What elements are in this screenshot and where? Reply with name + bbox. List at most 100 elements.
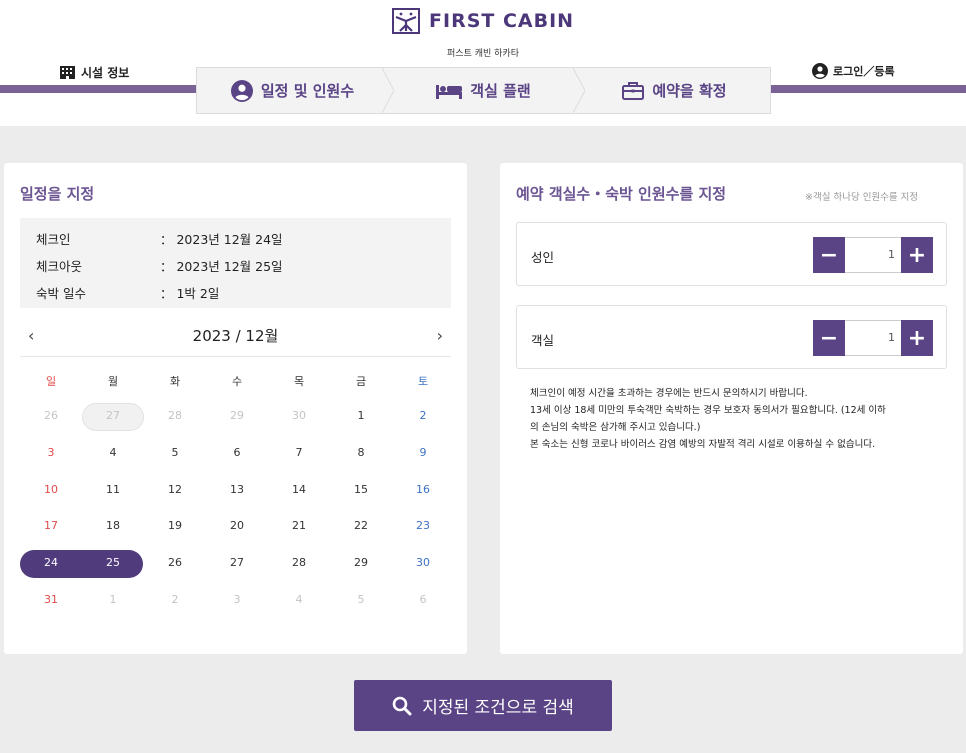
- calendar-day: 27: [106, 409, 120, 422]
- note-line: 의 손님의 숙박은 삼가해 주시고 있습니다.): [530, 422, 701, 433]
- calendar-day[interactable]: 15: [330, 477, 392, 503]
- summary-value: ： 2023년 12월 25일: [160, 259, 283, 274]
- summary-row-checkout: 체크아웃 ： 2023년 12월 25일: [36, 256, 283, 275]
- calendar-day[interactable]: 3: [20, 440, 82, 466]
- calendar-header: ‹ 2023 / 12월 ›: [20, 323, 451, 357]
- summary-label: 체크인: [36, 232, 71, 247]
- calendar-day: 5: [357, 593, 365, 606]
- facility-info-label: 시설 정보: [81, 66, 130, 80]
- calendar-day: 2: [171, 593, 179, 606]
- calendar-day[interactable]: 22: [330, 513, 392, 539]
- calendar-day[interactable]: 8: [330, 440, 392, 466]
- facility-info-link[interactable]: 시설 정보: [60, 64, 129, 81]
- booking-notes: 체크인이 예정 시간을 초과하는 경우에는 반드시 문의하시기 바랍니다. 13…: [530, 385, 940, 453]
- calendar-day[interactable]: 7: [268, 440, 330, 466]
- weekday-label: 토: [417, 375, 429, 388]
- decrease-adult-button[interactable]: −: [813, 237, 845, 273]
- schedule-title: 일정을 지정: [20, 185, 95, 203]
- bed-icon: [436, 84, 463, 99]
- calendar-day: 30: [292, 409, 306, 422]
- calendar-day[interactable]: 4: [82, 440, 144, 466]
- calendar-day[interactable]: 16: [392, 477, 454, 503]
- calendar-day[interactable]: 30: [392, 550, 454, 576]
- briefcase-icon: [622, 82, 645, 100]
- calendar-day[interactable]: 27: [206, 550, 268, 576]
- calendar-day[interactable]: 9: [392, 440, 454, 466]
- calendar-day[interactable]: 17: [20, 513, 82, 539]
- room-stepper: − 1 +: [813, 320, 933, 356]
- calendar-day[interactable]: 12: [144, 477, 206, 503]
- calendar-day: 26: [44, 409, 58, 422]
- summary-label: 체크아웃: [36, 259, 83, 274]
- building-icon: [60, 66, 75, 79]
- calendar-day: 28: [168, 409, 182, 422]
- step-room-plan[interactable]: 객실 플랜: [382, 68, 579, 113]
- weekday-label: 금: [355, 375, 367, 388]
- calendar-day: 3: [233, 593, 241, 606]
- calendar-day: 6: [419, 593, 427, 606]
- step-divider: [573, 68, 585, 113]
- step-schedule[interactable]: 일정 및 인원수: [197, 68, 388, 113]
- calendar-day[interactable]: 1: [330, 403, 392, 429]
- calendar-day: 1: [109, 593, 117, 606]
- adult-count-input[interactable]: 1: [845, 237, 901, 273]
- search-button[interactable]: 지정된 조건으로 검색: [354, 680, 612, 731]
- user-circle-icon: [230, 79, 253, 102]
- occupancy-note: ※객실 하나당 인원수를 지정: [805, 192, 919, 203]
- adult-counter: 성인 − 1 +: [516, 222, 947, 286]
- note-line: 본 숙소는 신형 코로나 바이러스 감염 예방의 자발적 격리 시설로 이용하실…: [530, 439, 876, 450]
- summary-row-checkin: 체크인 ： 2023년 12월 24일: [36, 229, 283, 248]
- login-link[interactable]: 로그인／등록: [812, 63, 895, 79]
- calendar-day[interactable]: 19: [144, 513, 206, 539]
- occupancy-panel: 예약 객실수・숙박 인원수를 지정 ※객실 하나당 인원수를 지정 성인 − 1…: [500, 163, 963, 654]
- calendar-day[interactable]: 25: [82, 550, 144, 576]
- increase-adult-button[interactable]: +: [901, 237, 933, 273]
- calendar-day[interactable]: 28: [268, 550, 330, 576]
- calendar-day[interactable]: 21: [268, 513, 330, 539]
- calendar-day[interactable]: 5: [144, 440, 206, 466]
- calendar-day[interactable]: 18: [82, 513, 144, 539]
- note-line: 체크인이 예정 시간을 초과하는 경우에는 반드시 문의하시기 바랍니다.: [530, 388, 808, 399]
- weekday-label: 수: [231, 375, 243, 388]
- calendar-day[interactable]: 11: [82, 477, 144, 503]
- room-count-input[interactable]: 1: [845, 320, 901, 356]
- calendar-day[interactable]: 29: [330, 550, 392, 576]
- summary-row-nights: 숙박 일수 ： 1박 2일: [36, 283, 219, 302]
- calendar-day[interactable]: 31: [20, 587, 82, 613]
- login-label: 로그인／등록: [833, 65, 895, 78]
- booking-steps: 일정 및 인원수 객실 플랜 예약을 확정: [196, 67, 771, 114]
- decrease-room-button[interactable]: −: [813, 320, 845, 356]
- user-circle-icon: [812, 63, 828, 79]
- step-confirm[interactable]: 예약을 확정: [573, 68, 770, 113]
- calendar-day[interactable]: 20: [206, 513, 268, 539]
- calendar-day[interactable]: 14: [268, 477, 330, 503]
- brand-name: FIRST CABIN: [429, 10, 575, 32]
- weekday-label: 목: [293, 375, 305, 388]
- brand-subtitle: 퍼스트 캐빈 하카타: [447, 49, 519, 59]
- step-label: 객실 플랜: [470, 82, 531, 100]
- room-counter: 객실 − 1 +: [516, 305, 947, 369]
- step-label: 일정 및 인원수: [260, 82, 355, 100]
- calendar-day[interactable]: 13: [206, 477, 268, 503]
- occupancy-title: 예약 객실수・숙박 인원수를 지정: [516, 185, 727, 203]
- calendar-month-label: 2023 / 12월: [192, 327, 279, 345]
- weekday-label: 일: [45, 375, 57, 388]
- calendar-day[interactable]: 2: [392, 403, 454, 429]
- schedule-panel: 일정을 지정 체크인 ： 2023년 12월 24일 체크아웃 ： 2023년 …: [4, 163, 467, 654]
- adult-stepper: − 1 +: [813, 237, 933, 273]
- calendar-day[interactable]: 6: [206, 440, 268, 466]
- counter-label: 객실: [531, 333, 555, 348]
- step-label: 예약을 확정: [652, 82, 727, 100]
- next-month-button[interactable]: ›: [437, 326, 443, 345]
- summary-value: ： 2023년 12월 24일: [160, 232, 283, 247]
- increase-room-button[interactable]: +: [901, 320, 933, 356]
- weekday-label: 월: [107, 375, 119, 388]
- step-divider: [382, 68, 394, 113]
- calendar-day[interactable]: 26: [144, 550, 206, 576]
- calendar-day[interactable]: 10: [20, 477, 82, 503]
- calendar-day[interactable]: 23: [392, 513, 454, 539]
- brand-logo[interactable]: FIRST CABIN: [0, 8, 966, 34]
- calendar-day[interactable]: 24: [20, 550, 82, 576]
- summary-label: 숙박 일수: [36, 286, 86, 301]
- summary-value: ： 1박 2일: [160, 286, 220, 301]
